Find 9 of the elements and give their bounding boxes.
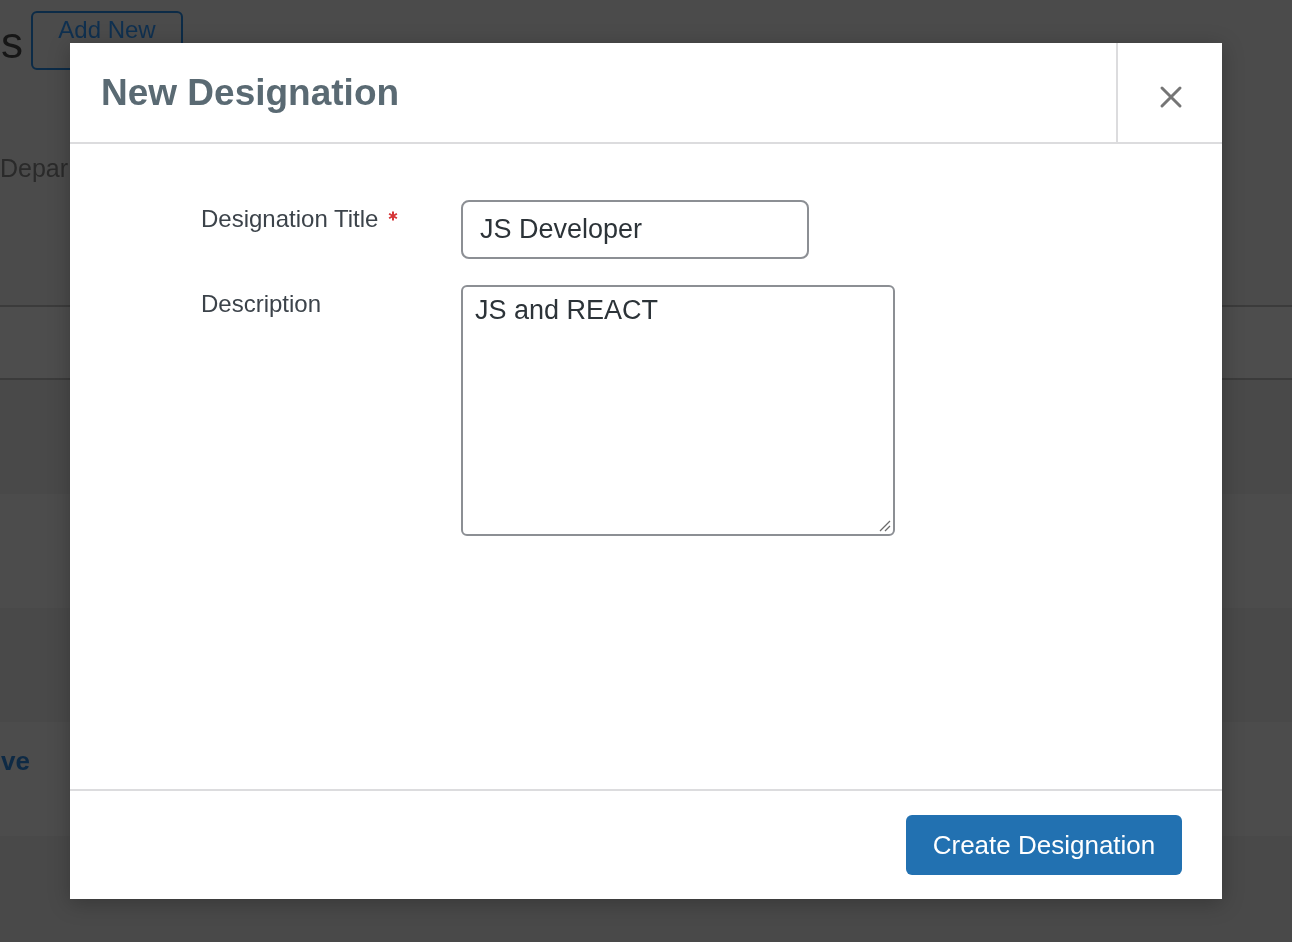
field-label: Description xyxy=(201,289,322,319)
resize-grip-icon xyxy=(879,520,891,532)
modal-title: New Designation xyxy=(100,70,401,115)
create-designation-button[interactable]: Create Designation xyxy=(906,815,1182,875)
title-input[interactable]: JS Developer xyxy=(461,200,809,259)
field-label: Designation Title xyxy=(201,204,379,234)
close-icon xyxy=(1159,85,1183,109)
description-textarea[interactable]: JS and REACT xyxy=(461,285,895,536)
close-button[interactable] xyxy=(1116,43,1222,142)
